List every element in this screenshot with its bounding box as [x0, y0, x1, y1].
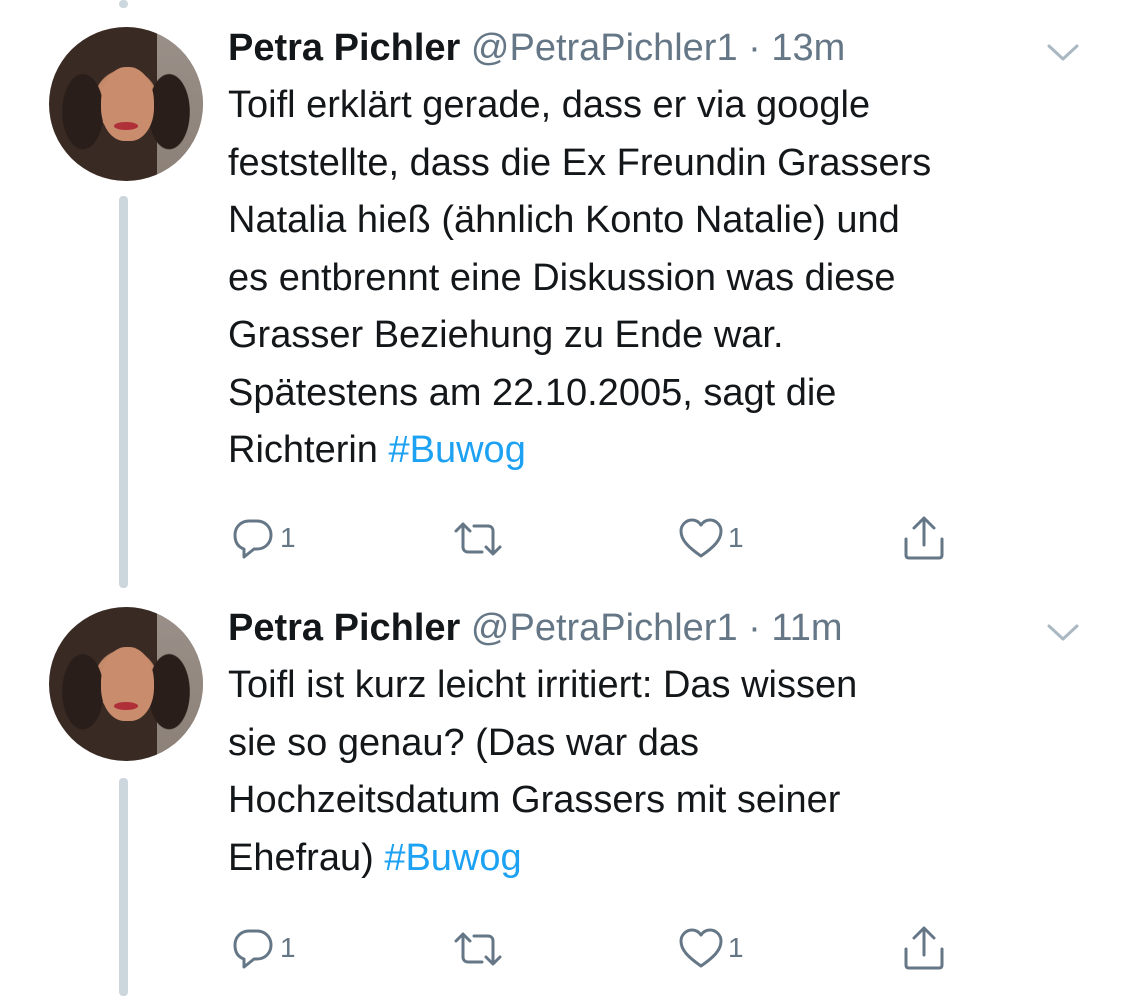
author-handle[interactable]: @PetraPichler1	[471, 27, 738, 69]
timestamp[interactable]: 13m	[771, 27, 845, 69]
tweet-line: Toifl erklärt gerade, dass er via google	[228, 84, 871, 126]
author-name[interactable]: Petra Pichler	[228, 607, 460, 649]
separator: ·	[737, 607, 772, 649]
tweet-line: Ehefrau) #Buwog	[228, 830, 1108, 888]
hashtag-link[interactable]: #Buwog	[384, 837, 521, 879]
tweet-line: Hochzeitsdatum Grassers mit seiner	[228, 779, 841, 821]
heart-icon	[679, 928, 723, 968]
reply-count: 1	[280, 932, 296, 963]
tweet-line-text: Ehefrau)	[228, 836, 385, 879]
chevron-down-icon[interactable]	[1046, 622, 1080, 642]
like-count: 1	[728, 522, 744, 553]
separator: ·	[737, 27, 772, 69]
avatar[interactable]	[49, 27, 203, 181]
author-handle[interactable]: @PetraPichler1	[471, 607, 738, 649]
reply-icon	[233, 519, 273, 559]
retweet-button[interactable]	[452, 931, 504, 967]
tweet-line: es entbrennt eine Diskussion was diese	[228, 256, 896, 299]
chevron-down-icon[interactable]	[1046, 42, 1080, 62]
retweet-icon	[454, 932, 502, 966]
retweet-icon	[454, 522, 502, 556]
like-count: 1	[728, 932, 744, 963]
tweet-body: Toifl erklärt gerade, dass er via google…	[228, 77, 1108, 480]
heart-icon	[679, 518, 723, 558]
tweet-line: feststellte, dass die Ex Freundin Grasse…	[228, 141, 932, 184]
reply-count: 1	[280, 522, 296, 553]
tweet-line: Grasser Beziehung zu Ende war.	[228, 314, 784, 356]
tweet-actions: 1 1	[0, 925, 1125, 975]
tweet-line: Natalia hieß (ähnlich Konto Natalie) und	[228, 199, 900, 241]
retweet-button[interactable]	[452, 521, 504, 557]
share-button[interactable]	[900, 515, 948, 561]
reply-button[interactable]: 1	[230, 515, 296, 561]
like-button[interactable]: 1	[678, 927, 744, 969]
tweet[interactable]: Petra Pichler @PetraPichler1 · 13m Toifl…	[0, 0, 1125, 590]
reply-button[interactable]: 1	[230, 925, 296, 971]
tweet-line: Richterin #Buwog	[228, 422, 1108, 480]
timestamp[interactable]: 11m	[771, 607, 842, 649]
share-button[interactable]	[900, 925, 948, 971]
tweet-header: Petra Pichler @PetraPichler1 · 13m	[228, 29, 845, 67]
tweet-line: sie so genau? (Das war das	[228, 721, 700, 764]
tweet-header: Petra Pichler @PetraPichler1 · 11m	[228, 609, 842, 647]
author-name[interactable]: Petra Pichler	[228, 27, 460, 69]
tweet[interactable]: Petra Pichler @PetraPichler1 · 11m Toifl…	[0, 590, 1125, 996]
tweet-body: Toifl ist kurz leicht irritiert: Das wis…	[228, 657, 1108, 887]
avatar[interactable]	[49, 607, 203, 761]
reply-icon	[233, 929, 273, 969]
share-icon	[904, 926, 944, 970]
tweet-line-text: Richterin	[228, 429, 389, 471]
tweet-line: Toifl ist kurz leicht irritiert: Das wis…	[228, 664, 858, 706]
hashtag-link[interactable]: #Buwog	[389, 429, 526, 471]
tweet-actions: 1 1	[0, 515, 1125, 565]
share-icon	[904, 516, 944, 560]
like-button[interactable]: 1	[678, 517, 744, 559]
tweet-line: Spätestens am 22.10.2005, sagt die	[228, 371, 837, 414]
